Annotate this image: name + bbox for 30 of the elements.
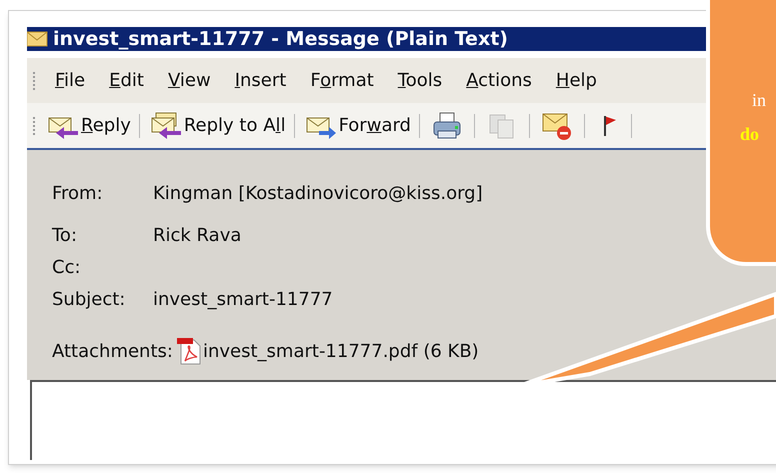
menu-item[interactable]: Tools: [390, 67, 450, 94]
menu-item[interactable]: File: [48, 67, 92, 94]
grip-icon: [33, 72, 36, 90]
attachment-link[interactable]: invest_smart-11777.pdf (6 KB): [202, 338, 479, 364]
envelope-delete-icon[interactable]: [540, 110, 573, 140]
field-label: Attachments:: [52, 340, 173, 364]
field-label: Cc:: [52, 256, 82, 280]
menu-item[interactable]: Edit: [102, 67, 151, 94]
envelope-icon: [27, 31, 49, 47]
printer-icon[interactable]: [430, 110, 463, 140]
callout-text: in: [752, 89, 768, 112]
forward-button[interactable]: Forward: [300, 110, 414, 140]
field-value: Rick Rava: [153, 224, 242, 248]
field-label: Subject:: [52, 288, 126, 312]
window-title: invest_smart-11777 - Message (Plain Text): [53, 30, 508, 48]
menu-item[interactable]: Actions: [459, 67, 539, 94]
grip-icon: [33, 116, 36, 134]
reply-all-button[interactable]: Reply to All: [144, 110, 289, 140]
reply-button[interactable]: Reply: [42, 110, 134, 140]
callout-text: do: [740, 123, 760, 146]
field-value: Kingman [Kostadinovicoro@kiss.org]: [153, 182, 483, 206]
menu-item[interactable]: Help: [548, 67, 604, 94]
message-body[interactable]: [30, 380, 776, 460]
menu-item[interactable]: View: [160, 67, 218, 94]
pdf-file-icon: [176, 337, 203, 365]
field-label: To:: [52, 224, 78, 248]
menu-item[interactable]: Insert: [228, 67, 294, 94]
field-value: invest_smart-11777: [153, 288, 333, 312]
field-label: From:: [52, 182, 104, 206]
menu-item[interactable]: Format: [303, 67, 381, 94]
